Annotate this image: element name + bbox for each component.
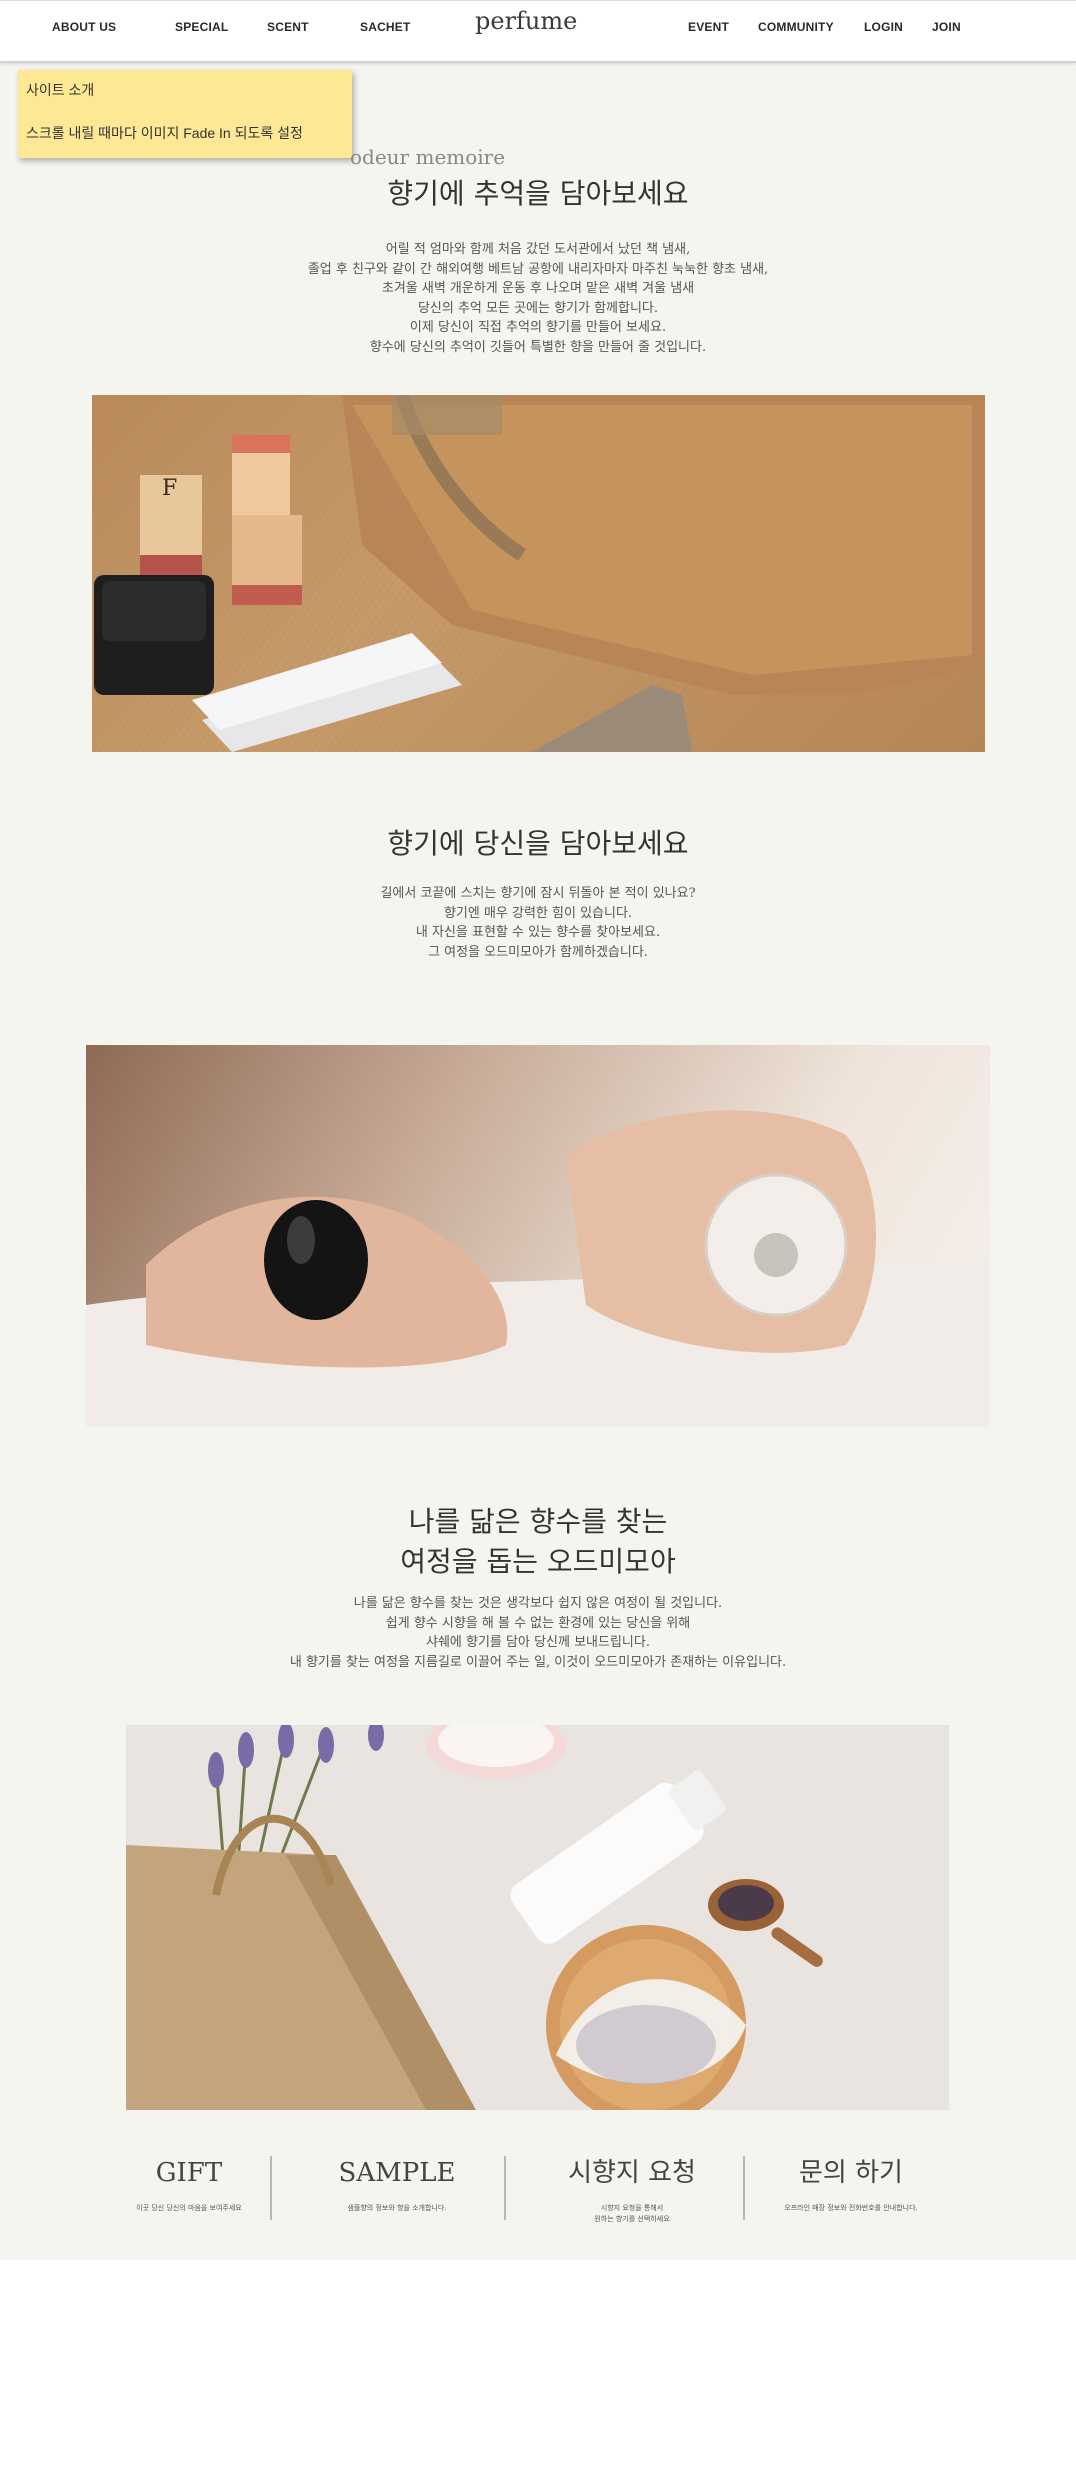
- note-line-2: 스크롤 내릴 때마다 이미지 Fade In 되도록 설정: [26, 125, 303, 141]
- menu-desc-line: 오프라인 매장 정보와 전화번호를 안내합니다.: [784, 2204, 918, 2212]
- nav-event[interactable]: EVENT: [688, 20, 729, 34]
- nav-special[interactable]: SPECIAL: [175, 20, 228, 34]
- sachet-bag-illustration: [126, 1725, 823, 2110]
- hands-perfume-illustration: [86, 1110, 990, 1427]
- section2-paragraph: 길에서 코끝에 스치는 향기에 잠시 뒤돌아 본 적이 있나요? 향기엔 매우 …: [0, 884, 1076, 962]
- section3-title-line1: 나를 닮은 향수를 찾는: [408, 1505, 668, 1538]
- sachet-bag-image: [126, 1725, 949, 2110]
- menu-sample-request[interactable]: 시향지 요청 시향지 요청을 통해서 원하는 향기를 선택하세요: [517, 2155, 747, 2225]
- svg-text:F: F: [162, 476, 177, 501]
- menu-inquiry[interactable]: 문의 하기 오프라인 매장 정보와 전화번호를 안내합니다.: [736, 2155, 966, 2214]
- section3-paragraph: 나를 닮은 향수를 찾는 것은 생각보다 쉽지 않은 여정이 될 것입니다. 쉽…: [0, 1594, 1076, 1672]
- menu-inquiry-title[interactable]: 문의 하기: [736, 2155, 966, 2191]
- nav-sachet[interactable]: SACHET: [360, 20, 411, 34]
- menu-desc-line: 샘플향의 정보와 향을 소개합니다.: [347, 2204, 447, 2212]
- menu-sample-title[interactable]: SAMPLE: [282, 2155, 512, 2191]
- nav-community[interactable]: COMMUNITY: [758, 20, 834, 34]
- paragraph-line: 나를 닮은 향수를 찾는 것은 생각보다 쉽지 않은 여정이 될 것입니다.: [353, 1596, 723, 1611]
- section3-title-line2: 여정을 돕는 오드미모아: [400, 1545, 676, 1578]
- paragraph-line: 길에서 코끝에 스치는 향기에 잠시 뒤돌아 본 적이 있나요?: [380, 886, 696, 901]
- paragraph-line: 향기엔 매우 강력한 힘이 있습니다.: [443, 905, 633, 921]
- nav-about-us[interactable]: ABOUT US: [52, 20, 116, 34]
- header: ABOUT US SPECIAL SCENT SACHET perfume EV…: [0, 0, 1076, 63]
- logo[interactable]: perfume: [475, 7, 577, 35]
- menu-divider: [504, 2156, 506, 2220]
- hands-perfume-image: [86, 1045, 990, 1427]
- menu-sample-request-desc: 시향지 요청을 통해서 원하는 향기를 선택하세요: [517, 2203, 747, 2225]
- paragraph-line: 당신의 추억 모든 곳에는 향기가 함께합니다.: [417, 300, 659, 316]
- menu-sample-desc: 샘플향의 정보와 향을 소개합니다.: [282, 2203, 512, 2214]
- paragraph-line: 쉽게 향수 시향을 해 볼 수 없는 환경에 있는 당신을 위해: [385, 1615, 691, 1631]
- menu-desc-line: 시향지 요청을 통해서: [600, 2204, 664, 2212]
- paragraph-line: 향수에 당신의 추억이 깃들어 특별한 향을 만들어 줄 것입니다.: [369, 339, 707, 355]
- menu-sample[interactable]: SAMPLE 샘플향의 정보와 향을 소개합니다.: [282, 2155, 512, 2214]
- section2-title: 향기에 당신을 담아보세요: [387, 827, 689, 860]
- section1-paragraph: 어릴 적 엄마와 함께 처음 갔던 도서관에서 났던 책 냄새, 졸업 후 친구…: [0, 240, 1076, 357]
- parcel-stamps-image: F: [92, 395, 985, 752]
- paragraph-line: 그 여정을 오드미모아가 함께하겠습니다.: [428, 944, 648, 960]
- paragraph-line: 내 향기를 찾는 여정을 지름길로 이끌어 주는 일, 이것이 오드미모아가 존…: [289, 1654, 787, 1670]
- menu-inquiry-desc: 오프라인 매장 정보와 전화번호를 안내합니다.: [736, 2203, 966, 2214]
- menu-desc-line: 원하는 향기를 선택하세요: [594, 2215, 670, 2223]
- nav-scent[interactable]: SCENT: [267, 20, 309, 34]
- sticky-note: 사이트 소개 스크롤 내릴 때마다 이미지 Fade In 되도록 설정: [18, 70, 352, 158]
- menu-divider: [270, 2156, 272, 2220]
- section1-title: 향기에 추억을 담아보세요: [387, 177, 689, 210]
- parcel-stamps-illustration: F: [92, 395, 985, 752]
- paragraph-line: 어릴 적 엄마와 함께 처음 갔던 도서관에서 났던 책 냄새,: [385, 242, 691, 257]
- nav-join[interactable]: JOIN: [932, 20, 961, 34]
- menu-sample-request-title[interactable]: 시향지 요청: [517, 2155, 747, 2191]
- nav-login[interactable]: LOGIN: [864, 20, 903, 34]
- paragraph-line: 졸업 후 친구와 같이 간 해외여행 베트남 공항에 내리자마자 마주친 눅눅한…: [307, 261, 769, 277]
- paragraph-line: 샤쉐에 향기를 담아 당신께 보내드립니다.: [426, 1635, 650, 1650]
- section1-subtitle: odeur memoire: [350, 145, 506, 169]
- note-line-1: 사이트 소개: [26, 82, 95, 98]
- paragraph-line: 이제 당신이 직접 추억의 향기를 만들어 보세요.: [409, 320, 667, 335]
- paragraph-line: 내 자신을 표현할 수 있는 향수를 찾아보세요.: [415, 925, 661, 940]
- paragraph-line: 초겨울 새벽 개운하게 운동 후 나오며 맡은 새벽 겨울 냄새: [381, 281, 695, 296]
